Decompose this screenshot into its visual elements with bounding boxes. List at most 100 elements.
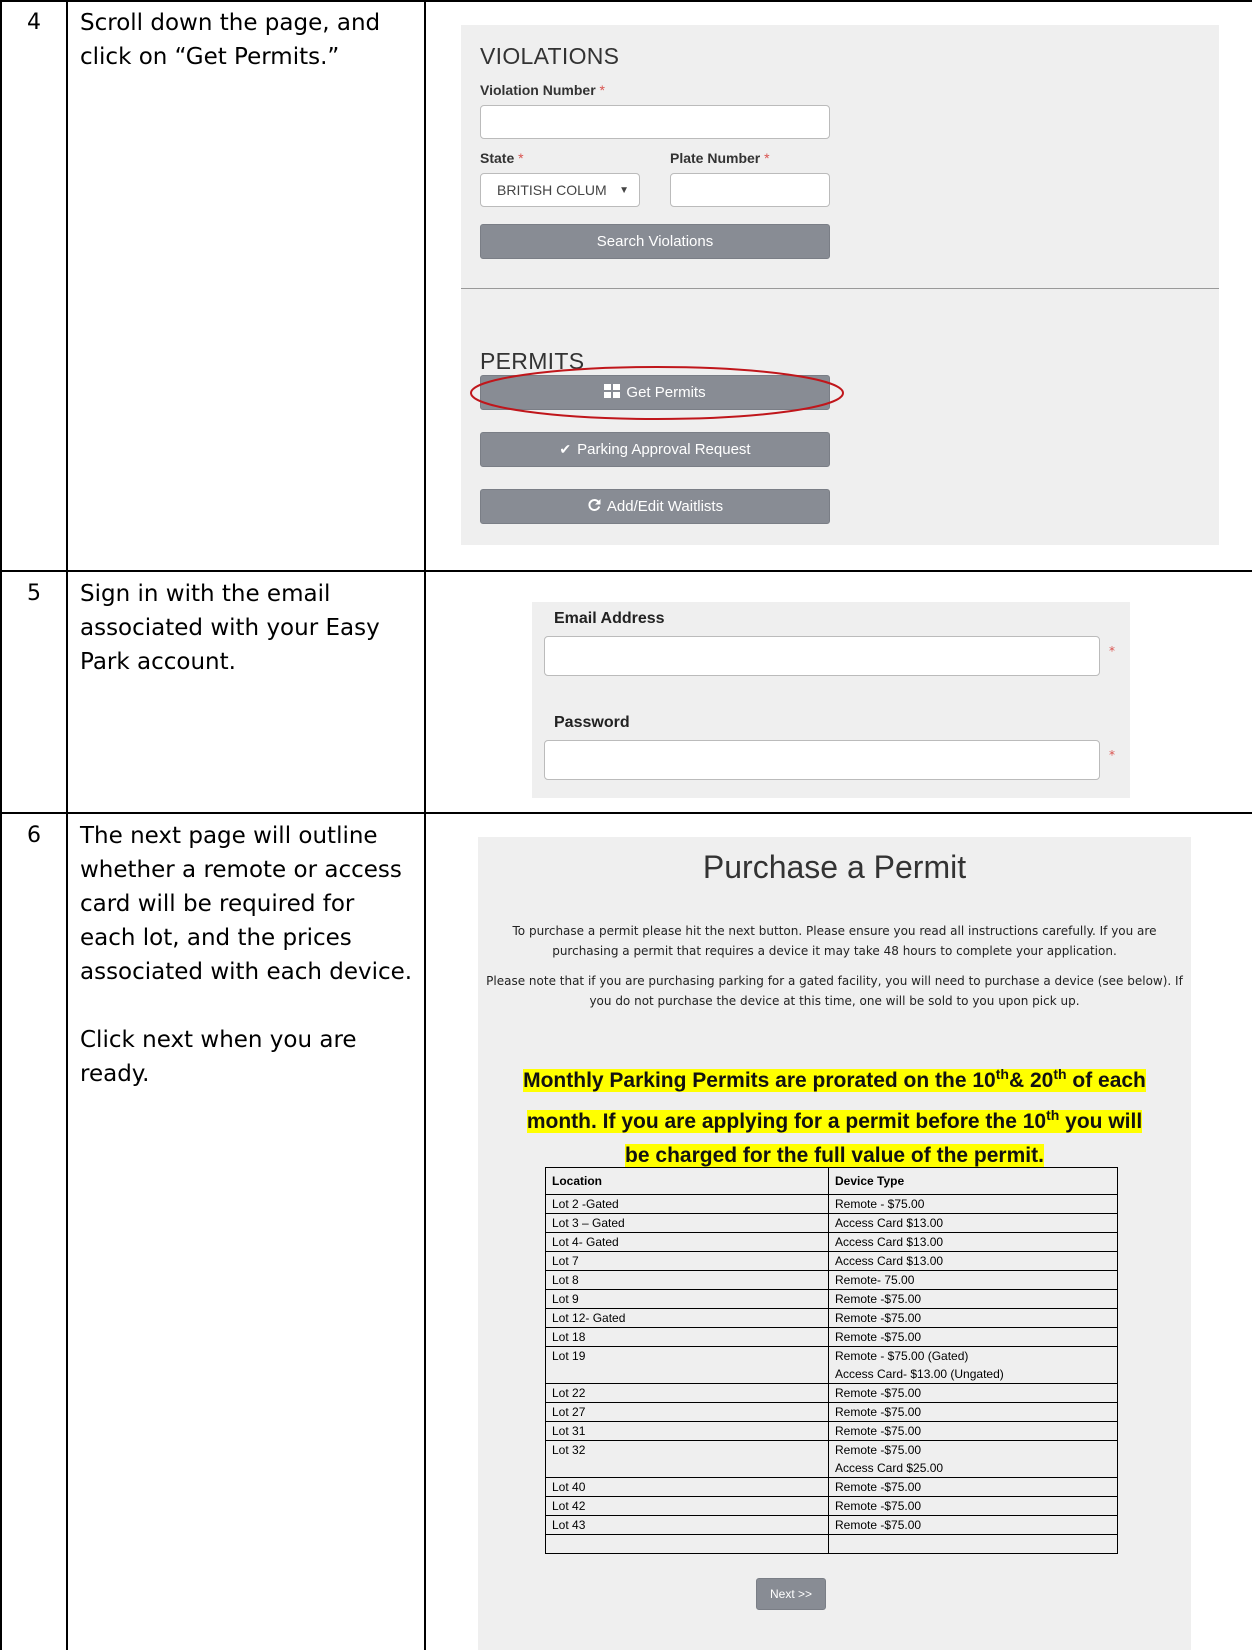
table-body: Lot 2 -Gated Remote - $75.00 Lot 3 – Gated… [545,1194,1118,1554]
email-input[interactable] [544,636,1100,676]
required-mark: * [518,150,524,166]
label-text: Plate Number [670,150,761,166]
step-paragraph: Scroll down the page, and click on “Get … [80,10,381,70]
device-type-cell: Remote -$75.00 [828,1308,1118,1328]
violations-heading: VIOLATIONS [480,43,620,69]
table-row: Lot 12- Gated Remote -$75.00 [545,1308,1118,1328]
device-line: Remote -$75.00 [835,1518,922,1532]
table-row: Lot 40 Remote -$75.00 [545,1477,1118,1497]
table-row: Lot 7 Access Card $13.00 [545,1251,1118,1271]
device-type-cell: Remote -$75.00 [828,1496,1118,1516]
device-line: Remote -$75.00 [835,1480,922,1494]
table-row: Lot 2 -Gated Remote - $75.00 [545,1194,1118,1214]
button-label: Next >> [769,1587,813,1601]
notice-fragment: month. If you are applying for a permit … [526,1110,1047,1133]
device-line: Remote -$75.00 [835,1424,922,1438]
step-text: Scroll down the page, and click on “Get … [80,6,410,74]
device-line: Remote -$75.00 [835,1292,922,1306]
device-line: Remote- 75.00 [835,1273,915,1287]
add-edit-waitlists-button[interactable]: Add/Edit Waitlists [480,489,830,524]
step-paragraph: Click next when you are ready. [80,1027,357,1087]
prorated-notice: Monthly Parking Permits are prorated on … [478,1057,1191,1173]
table-border-top [0,0,1252,2]
notice-superscript: th [1053,1066,1067,1082]
device-type-cell: Remote -$75.00 [828,1327,1118,1347]
lot-location-cell: Lot 22 [545,1383,829,1403]
state-select-value: BRITISH COLUM [497,182,607,198]
step-number: 5 [27,581,41,606]
device-line: Remote - $75.00 (Gated) [835,1349,969,1363]
device-type-cell: Access Card $13.00 [828,1232,1118,1252]
notice-superscript: th [995,1066,1009,1082]
empty-cell [545,1534,829,1554]
notice-fragment: Monthly Parking Permits are prorated on … [523,1069,996,1092]
device-line: Remote - $75.00 [835,1197,925,1211]
table-row: Lot 19 Remote - $75.00 (Gated) Access Card… [545,1346,1118,1384]
notice-text: be charged for the full value of the per… [625,1144,1044,1167]
paragraph-text: Please note that if you are purchasing p… [486,974,1183,1008]
paragraph-text: To purchase a permit please hit the next… [512,924,1157,958]
notice-superscript: th [1046,1107,1060,1123]
table-row: Lot 43 Remote -$75.00 [545,1515,1118,1535]
table-border-left [0,0,2,1650]
table-row: Lot 27 Remote -$75.00 [545,1402,1118,1422]
table-row: Lot 3 – Gated Access Card $13.00 [545,1213,1118,1233]
table-header-row: Location Device Type [545,1167,1118,1195]
violation-number-label: Violation Number * [480,82,605,98]
notice-line: Monthly Parking Permits are prorated on … [478,1057,1191,1098]
device-type-cell: Remote -$75.00 [828,1421,1118,1441]
email-required-mark: * [1109,644,1115,658]
button-label: Add/Edit Waitlists [606,498,724,515]
table-row: Lot 4- Gated Access Card $13.00 [545,1232,1118,1252]
device-type-cell: Access Card $13.00 [828,1251,1118,1271]
label-text: State [480,150,515,166]
lot-location-cell: Lot 4- Gated [545,1232,829,1252]
step-text: Sign in with the email associated with y… [80,577,410,679]
notice-text: Monthly Parking Permits are prorated on … [523,1066,1146,1092]
device-line: Remote -$75.00 [835,1330,922,1344]
purchase-permit-panel: Purchase a Permit To purchase a permit p… [478,837,1191,1650]
step-number: 4 [27,10,41,35]
table-row: Lot 31 Remote -$75.00 [545,1421,1118,1441]
parking-approval-request-button[interactable]: ✔ Parking Approval Request [480,432,830,467]
device-line: Access Card- $13.00 (Ungated) [835,1367,1004,1381]
device-line: Access Card $25.00 [835,1461,944,1475]
device-type-cell: Remote -$75.00 [828,1477,1118,1497]
plate-number-input[interactable] [670,173,830,207]
violations-permits-panel: VIOLATIONS Violation Number * State * Pl… [461,25,1219,545]
refresh-icon [587,498,601,515]
instructions-paragraph: To purchase a permit please hit the next… [478,921,1191,961]
column-divider-number [66,0,68,1650]
password-label: Password [554,714,630,731]
lot-location-cell: Lot 40 [545,1477,829,1497]
lot-location-cell: Lot 42 [545,1496,829,1516]
lot-location-cell: Lot 9 [545,1289,829,1309]
label-text: Violation Number [480,82,596,98]
device-type-cell: Remote -$75.00 [828,1289,1118,1309]
column-divider-screenshot [424,0,426,1650]
empty-cell [828,1534,1118,1554]
table-row: Lot 18 Remote -$75.00 [545,1327,1118,1347]
checkmark-icon: ✔ [559,441,572,457]
column-header-device: Device Type [828,1167,1118,1195]
device-line: Access Card $13.00 [835,1235,944,1249]
table-row: Lot 42 Remote -$75.00 [545,1496,1118,1516]
next-button[interactable]: Next >> [756,1578,826,1610]
violation-number-input[interactable] [480,105,830,139]
row-divider-4-5 [0,570,1252,572]
lot-location-cell: Lot 43 [545,1515,829,1535]
state-select[interactable]: BRITISH COLUM ▼ [480,173,640,207]
lot-location-cell: Lot 19 [545,1346,829,1384]
lot-device-table: Location Device Type Lot 2 -Gated Remote … [545,1167,1118,1554]
password-required-mark: * [1109,748,1115,762]
device-type-cell: Remote -$75.00 Access Card $25.00 [828,1440,1118,1478]
device-type-cell: Remote - $75.00 (Gated) Access Card- $13.… [828,1346,1118,1384]
notice-line: month. If you are applying for a permit … [478,1098,1191,1139]
section-divider [461,288,1219,289]
step-text: The next page will outline whether a rem… [80,819,415,1091]
password-input[interactable] [544,740,1100,780]
device-line: Access Card $13.00 [835,1254,944,1268]
search-violations-button[interactable]: Search Violations [480,224,830,259]
email-label: Email Address [554,610,665,627]
lot-location-cell: Lot 2 -Gated [545,1194,829,1214]
